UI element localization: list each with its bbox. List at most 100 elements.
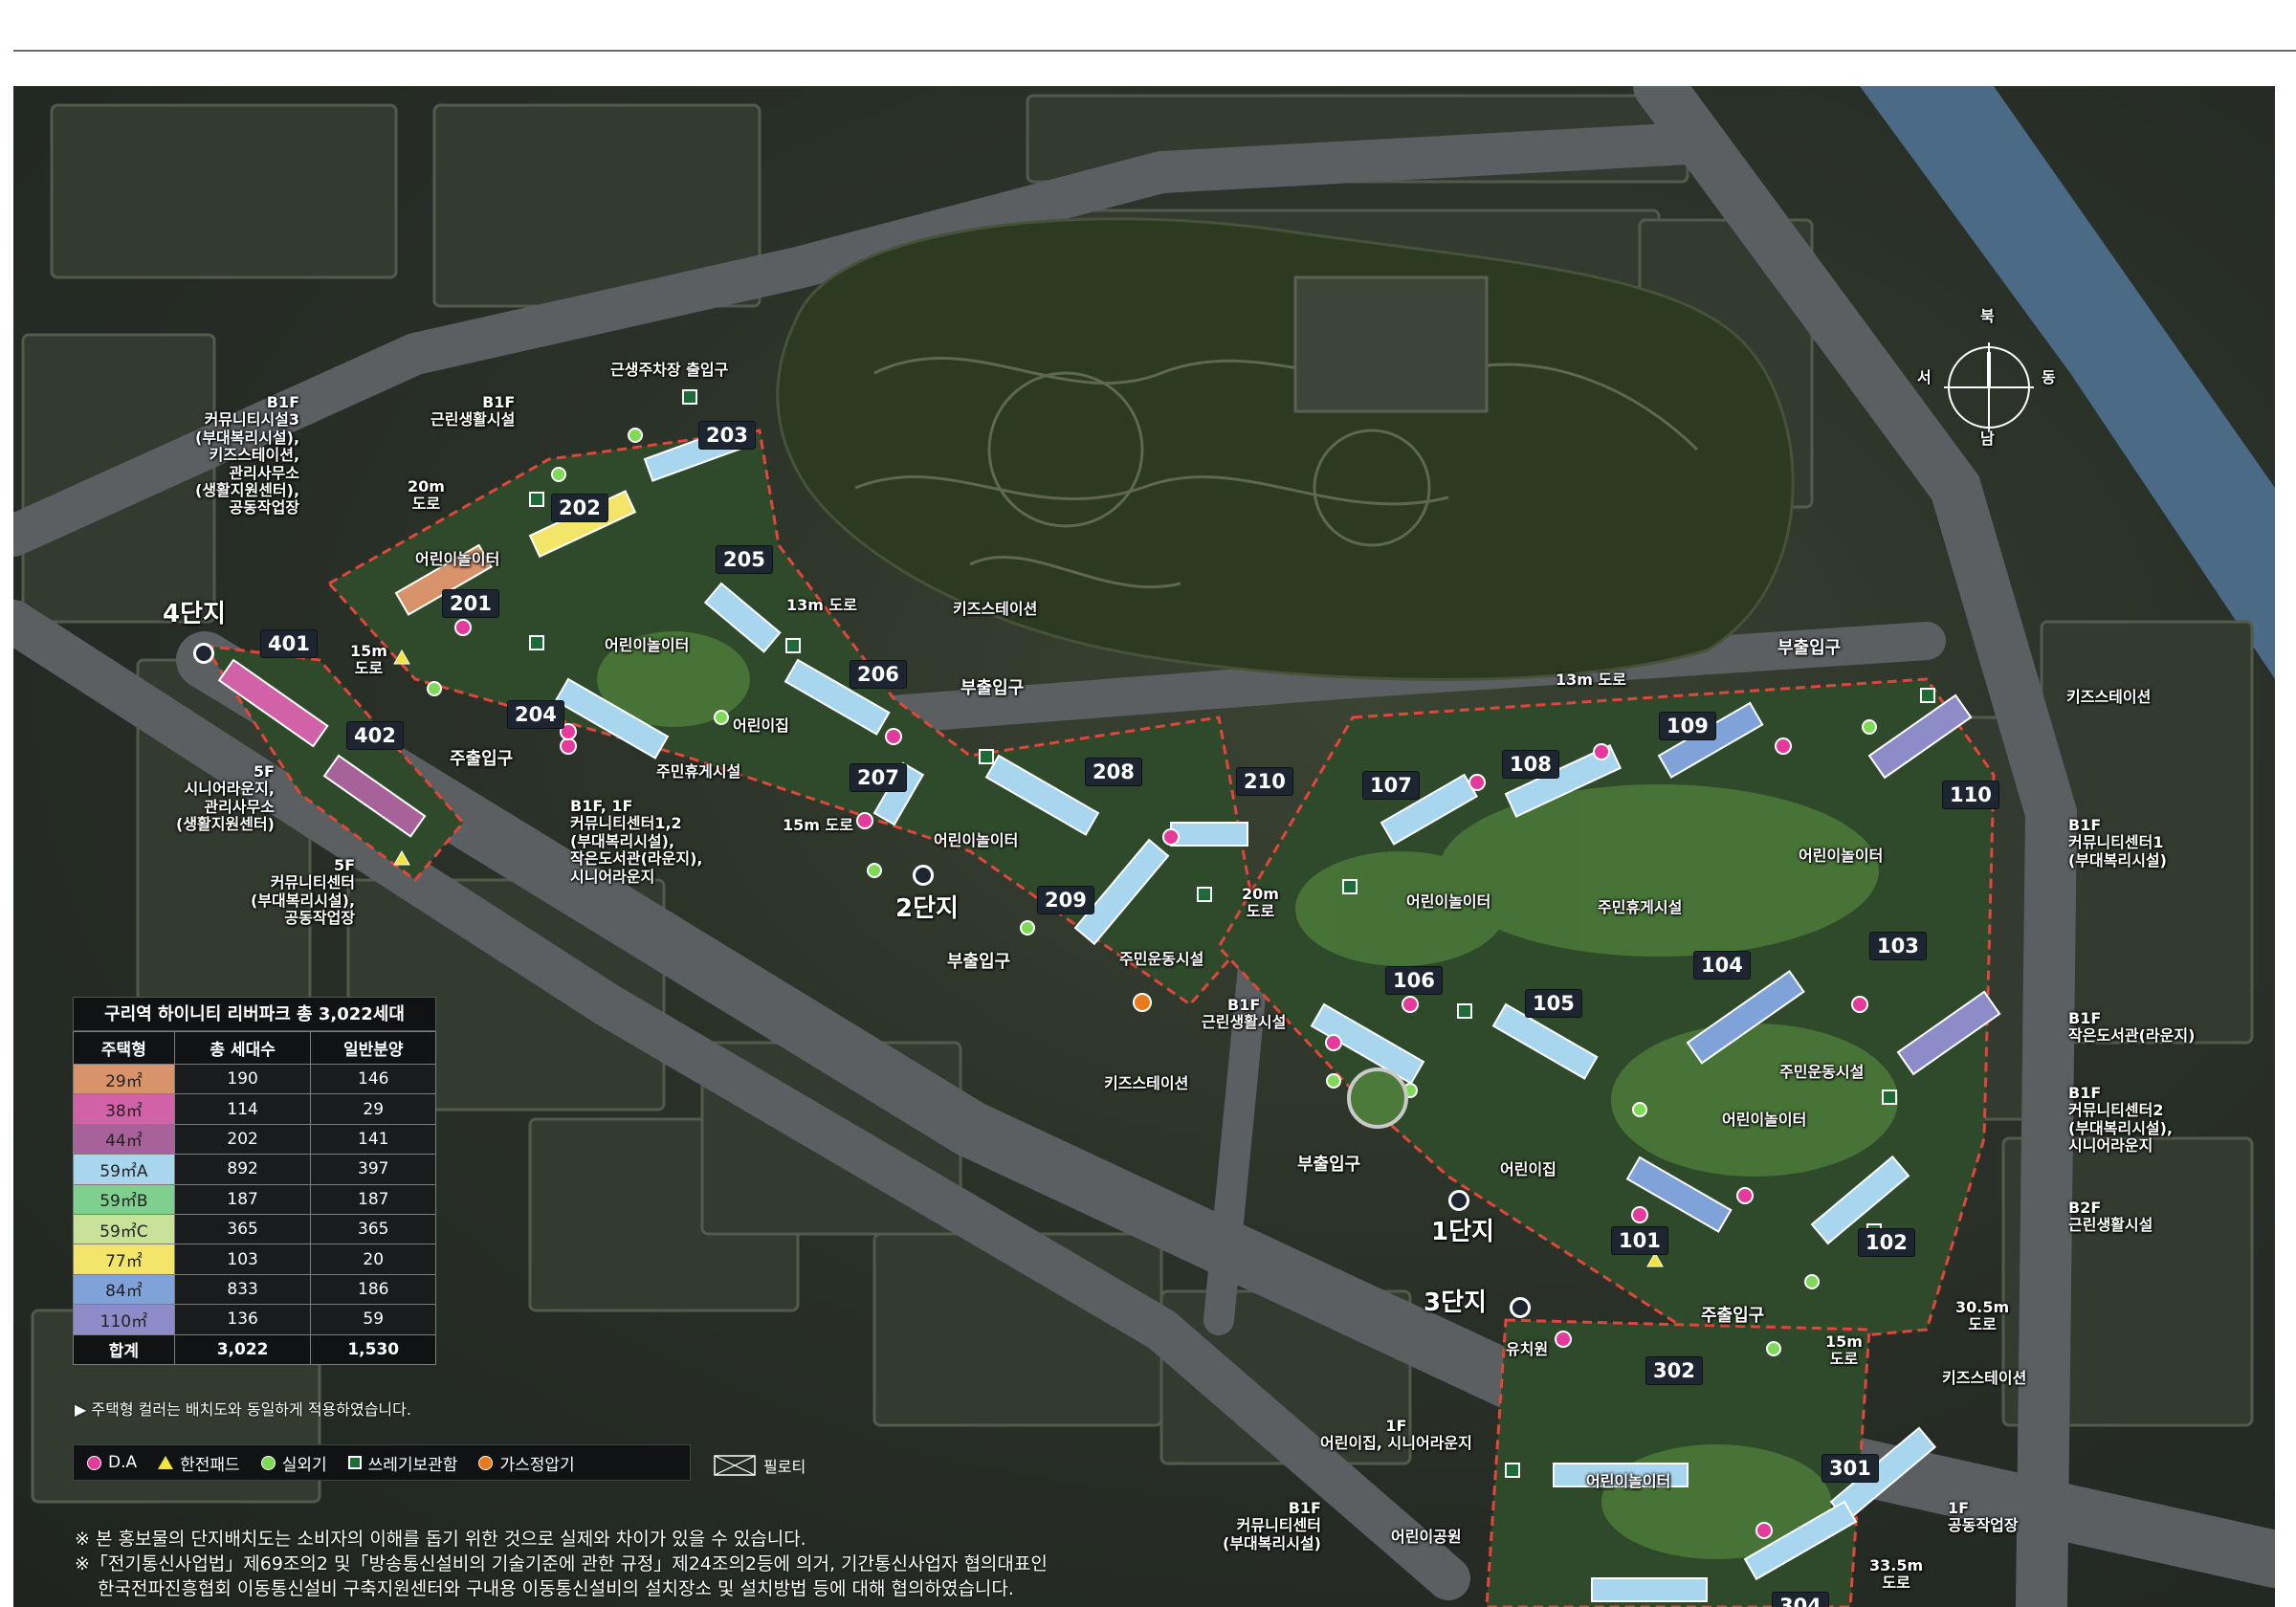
building-110: 110 xyxy=(1942,781,1999,809)
unit-total-cell: 365 xyxy=(173,1213,312,1245)
label-main-entrance-a: 주출입구 xyxy=(450,749,514,769)
unit-row: 59㎡B 187 187 xyxy=(73,1183,436,1215)
legend-transformer: 한전패드 xyxy=(158,1451,240,1475)
site-plan-base xyxy=(13,86,2275,1607)
header-type: 주택형 xyxy=(73,1031,175,1065)
unit-table-grid: 주택형 총 세대수 일반분양 29㎡ 190 146 38㎡ 114 29 44㎡ 202 14… xyxy=(73,1031,436,1365)
label-playground-201: 어린이놀이터 xyxy=(415,550,500,568)
label-b1f-center-302: B1F 커뮤니티센터 (부대복리시설) xyxy=(1223,1499,1321,1552)
unit-general-cell: 187 xyxy=(310,1183,436,1215)
gas-icon xyxy=(478,1455,494,1470)
unit-general-cell: 29 xyxy=(310,1093,436,1125)
complex-1-label: 1단지 xyxy=(1431,1218,1494,1246)
compass-south: 남 xyxy=(1980,429,1995,448)
unit-general-cell: 59 xyxy=(310,1304,436,1335)
legend-piloti-label: 필로티 xyxy=(763,1458,806,1476)
label-road-13m-b: 13m 도로 xyxy=(1556,671,1626,689)
label-b1f-library: B1F 작은도서관(라운지) xyxy=(2068,1009,2196,1046)
building-208: 208 xyxy=(1085,758,1142,786)
label-daycare-a: 어린이집 xyxy=(733,716,789,735)
legend-trash-label: 쓰레기보관함 xyxy=(367,1455,458,1475)
compass-icon xyxy=(1944,342,2034,432)
building-210: 210 xyxy=(1236,767,1293,796)
unit-general-cell: 186 xyxy=(310,1273,436,1306)
legend-trash: 쓰레기보관함 xyxy=(347,1451,458,1475)
unit-general-cell: 20 xyxy=(310,1244,436,1275)
legend-piloti: 필로티 xyxy=(714,1454,806,1477)
legend-da-label: D.A xyxy=(108,1453,138,1472)
label-b1f-retail-top: B1F 근린생활시설 xyxy=(430,393,516,429)
unit-total-total: 3,022 xyxy=(173,1333,312,1365)
unit-general-cell: 365 xyxy=(310,1213,436,1245)
header-total: 총 세대수 xyxy=(173,1031,312,1065)
label-playground-106: 어린이놀이터 xyxy=(1406,892,1491,911)
label-road-15m-b: 15m 도로 xyxy=(783,816,853,834)
unit-row: 29㎡ 190 146 xyxy=(73,1063,436,1095)
unit-total-cell: 833 xyxy=(173,1273,312,1306)
unit-type-cell: 84㎡ xyxy=(73,1273,175,1306)
unit-total-cell: 190 xyxy=(173,1063,312,1095)
outdoor-unit-icon xyxy=(260,1455,276,1470)
label-b2f-retail: B2F 근린생활시설 xyxy=(2068,1199,2153,1235)
building-301: 301 xyxy=(1821,1454,1879,1483)
unit-type-cell: 110㎡ xyxy=(73,1304,175,1335)
label-5f-community: 5F 커뮤니티센터 (부대복리시설), 공동작업장 xyxy=(251,856,356,928)
unit-table-header: 주택형 총 세대수 일반분양 xyxy=(73,1031,436,1065)
label-kids-station-b: 키즈스테이션 xyxy=(1104,1074,1189,1092)
building-104: 104 xyxy=(1693,951,1751,980)
label-sub-entrance-d: 부출입구 xyxy=(1777,638,1842,658)
label-road-20m-b: 20m 도로 xyxy=(1242,885,1279,921)
unit-total-general: 1,530 xyxy=(310,1333,436,1365)
color-note: ▶ 주택형 컬러는 배치도와 동일하게 적용하였습니다. xyxy=(75,1400,411,1419)
label-5f-senior: 5F 시니어라운지, 관리사무소 (생활지원센터) xyxy=(176,762,275,834)
transformer-icon xyxy=(158,1456,174,1469)
unit-general-cell: 146 xyxy=(310,1063,436,1095)
footnote-1: ※ 본 홍보물의 단지배치도는 소비자의 이해를 돕기 위한 것으로 실제와 차… xyxy=(75,1529,806,1550)
unit-type-cell: 59㎡B xyxy=(73,1183,175,1215)
label-resident-sports: 주민운동시설 xyxy=(1119,950,1204,968)
label-playground-204: 어린이놀이터 xyxy=(605,636,690,654)
building-302: 302 xyxy=(1645,1356,1703,1385)
unit-total-cell: 114 xyxy=(173,1093,312,1125)
complex-2-marker xyxy=(913,865,934,886)
legend-gas-label: 가스정압기 xyxy=(499,1455,575,1475)
compass-west: 서 xyxy=(1917,368,1932,386)
legend-gas: 가스정압기 xyxy=(478,1451,575,1475)
building-209: 209 xyxy=(1037,886,1094,914)
map-legend: D.A 한전패드 실외기 쓰레기보관함 가스정압기 xyxy=(73,1444,691,1481)
building-106: 106 xyxy=(1385,966,1443,995)
unit-general-cell: 397 xyxy=(310,1154,436,1185)
unit-total-row: 합계 3,022 1,530 xyxy=(73,1333,436,1365)
label-resident-rest-b: 주민휴게시설 xyxy=(1598,898,1683,916)
complex-2-label: 2단지 xyxy=(895,894,959,923)
label-road-20m-a: 20m 도로 xyxy=(408,477,445,514)
label-kids-station-a: 키즈스테이션 xyxy=(953,600,1038,618)
unit-total-type: 합계 xyxy=(73,1333,175,1365)
unit-type-cell: 59㎡C xyxy=(73,1213,175,1245)
unit-type-cell: 77㎡ xyxy=(73,1244,175,1275)
label-1f-workshop: 1F 공동작업장 xyxy=(1948,1499,2019,1535)
building-401: 401 xyxy=(260,629,318,658)
piloti-icon xyxy=(714,1455,756,1476)
building-105: 105 xyxy=(1525,989,1582,1018)
unit-row: 77㎡ 103 20 xyxy=(73,1244,436,1275)
label-b1f-center1: B1F 커뮤니티센터1 (부대복리시설) xyxy=(2068,816,2167,870)
gas-marker xyxy=(1133,993,1152,1012)
label-parking-entry: 근생주차장 출입구 xyxy=(610,361,729,379)
building-103: 103 xyxy=(1869,932,1927,960)
building-402: 402 xyxy=(346,721,404,750)
unit-row: 44㎡ 202 141 xyxy=(73,1123,436,1156)
label-b1f-retail-mid: B1F 근린생활시설 xyxy=(1202,996,1287,1032)
label-playground-110: 어린이놀이터 xyxy=(1799,847,1884,865)
complex-4-marker xyxy=(193,643,214,664)
da-icon xyxy=(87,1455,101,1470)
complex-1-marker xyxy=(1448,1190,1469,1211)
label-road-15m-c: 15m 도로 xyxy=(1825,1332,1863,1369)
building-101: 101 xyxy=(1611,1226,1668,1255)
unit-total-cell: 187 xyxy=(173,1183,312,1215)
label-playground-207: 어린이놀이터 xyxy=(934,831,1019,849)
label-main-entrance-b: 주출입구 xyxy=(1701,1306,1765,1326)
label-resident-rest-a: 주민휴게시설 xyxy=(656,762,741,781)
legend-outdoor-unit: 실외기 xyxy=(260,1451,327,1475)
header-general: 일반분양 xyxy=(310,1031,436,1065)
